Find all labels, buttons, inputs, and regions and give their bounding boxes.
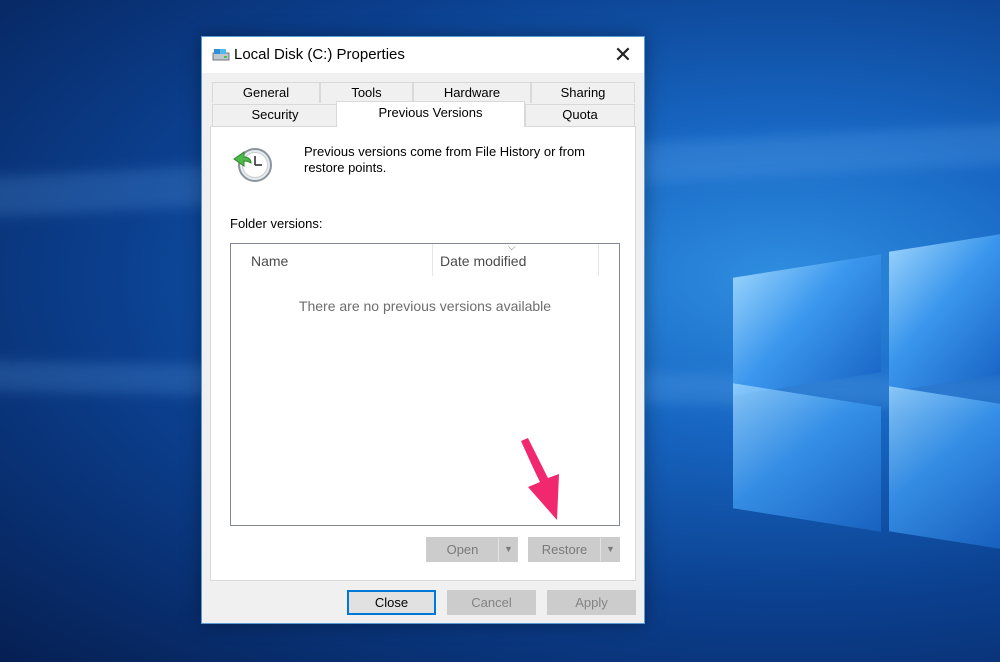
tab-general[interactable]: General bbox=[212, 82, 320, 103]
open-split-button[interactable]: Open ▼ bbox=[426, 537, 518, 562]
tab-sharing[interactable]: Sharing bbox=[531, 82, 635, 103]
tab-label: Sharing bbox=[560, 85, 606, 100]
tab-label: Previous Versions bbox=[378, 105, 483, 120]
tab-quota[interactable]: Quota bbox=[525, 104, 635, 126]
close-button[interactable]: Close bbox=[347, 590, 436, 615]
column-separator[interactable] bbox=[598, 244, 599, 276]
tab-label: Quota bbox=[562, 107, 598, 122]
tab-security[interactable]: Security bbox=[212, 104, 338, 126]
restore-button-label[interactable]: Restore bbox=[529, 538, 600, 561]
column-header-date-modified[interactable]: Date modified bbox=[440, 244, 598, 276]
drive-icon bbox=[212, 49, 230, 61]
close-icon[interactable]: ✕ bbox=[608, 40, 638, 70]
column-separator[interactable] bbox=[432, 244, 433, 276]
tab-label: Hardware bbox=[443, 85, 501, 100]
tab-hardware[interactable]: Hardware bbox=[413, 82, 531, 103]
properties-dialog: Local Disk (C:) Properties ✕ General Too… bbox=[201, 36, 645, 624]
folder-versions-label: Folder versions: bbox=[230, 216, 323, 231]
info-text: Previous versions come from File History… bbox=[304, 144, 586, 175]
tab-label: Tools bbox=[351, 85, 382, 100]
open-button-label[interactable]: Open bbox=[427, 538, 498, 561]
logo-pane bbox=[889, 234, 1000, 392]
title-bar[interactable]: Local Disk (C:) Properties ✕ bbox=[202, 37, 644, 73]
caret-down-icon[interactable]: ▼ bbox=[498, 538, 518, 561]
clock-restore-icon bbox=[233, 148, 272, 182]
tab-tools[interactable]: Tools bbox=[320, 82, 413, 103]
tab-previous-versions[interactable]: Previous Versions bbox=[336, 101, 525, 127]
empty-message: There are no previous versions available bbox=[298, 298, 552, 314]
logo-pane bbox=[733, 383, 881, 532]
logo-pane bbox=[889, 386, 1000, 549]
cancel-button[interactable]: Cancel bbox=[447, 590, 536, 615]
restore-split-button[interactable]: Restore ▼ bbox=[528, 537, 620, 562]
tab-panel: Previous versions come from File History… bbox=[210, 126, 636, 581]
sort-caret-icon: ⌵ bbox=[508, 242, 516, 253]
tab-label: General bbox=[242, 85, 290, 100]
tab-label: Security bbox=[251, 107, 299, 122]
column-header-name[interactable]: Name bbox=[251, 244, 431, 276]
logo-pane bbox=[733, 254, 881, 396]
caret-down-icon[interactable]: ▼ bbox=[600, 538, 620, 561]
apply-button[interactable]: Apply bbox=[547, 590, 636, 615]
window-title: Local Disk (C:) Properties bbox=[234, 46, 405, 63]
versions-list[interactable]: Name Date modified ⌵ There are no previo… bbox=[230, 242, 620, 526]
